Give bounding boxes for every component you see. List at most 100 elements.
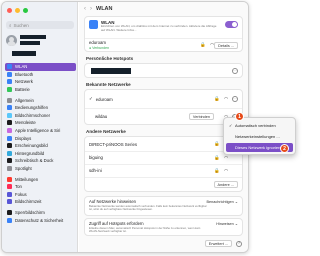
- display-icon: [7, 135, 12, 141]
- other-network-row[interactable]: biguing 🔒 ◠: [85, 151, 242, 163]
- settings-window: ⌕ Suchen WLAN Bluetooth Netzwerk Batteri…: [1, 1, 249, 253]
- sidebar-item-bildschirmzeit[interactable]: Bildschirmzeit: [5, 198, 76, 206]
- search-input[interactable]: ⌕ Suchen: [6, 21, 74, 29]
- sidebar-item-allgemein[interactable]: Allgemein: [5, 96, 76, 104]
- known-network-row[interactable]: ✓ eduroam 🔒 ◠ …: [85, 91, 242, 107]
- account-row[interactable]: [6, 33, 76, 47]
- step-2-badge: 2: [280, 144, 289, 153]
- network-prompt-card: Auf Netzwerke hinweisen Benachrichtigen …: [84, 196, 243, 216]
- hotspot-more-icon[interactable]: …: [232, 68, 238, 74]
- hotspots-section-title: Persönliche Hotspots: [86, 56, 134, 61]
- sidebar-item-wlan[interactable]: WLAN: [5, 63, 76, 71]
- globe-icon: [7, 79, 12, 85]
- hotspots-card: …: [84, 63, 243, 78]
- known-networks-card: ✓ eduroam 🔒 ◠ … wildau Verbinden ◠ …: [84, 89, 243, 125]
- lock-icon: 🔒: [200, 42, 206, 47]
- dock-icon: [7, 158, 12, 164]
- other-networks-card: DIRECT-priNOOS Series 🔒 ◠ biguing 🔒 ◠ sd…: [84, 136, 243, 192]
- redacted-sidebar-text: [12, 51, 36, 56]
- back-button[interactable]: ‹: [84, 6, 86, 12]
- sidebar-item-bedienungshilfen[interactable]: Bedienungshilfen: [5, 104, 76, 112]
- hotspot-access-description: Erlaube diesem Mac, automatisch Personal…: [89, 226, 201, 234]
- sidebar-item-ton[interactable]: Ton: [5, 183, 76, 191]
- network-more-icon[interactable]: …: [232, 96, 238, 102]
- other-networks-section-title: Andere Netzwerke: [86, 129, 126, 134]
- prompt-select[interactable]: Benachrichtigen ⌄: [207, 199, 238, 204]
- search-placeholder: Suchen: [13, 22, 29, 28]
- wallpaper-icon: [7, 150, 12, 156]
- moon-icon: [7, 191, 12, 197]
- lock-icon: 🔒: [214, 141, 220, 146]
- hourglass-icon: [7, 199, 12, 205]
- wifi-icon: [7, 64, 12, 70]
- wlan-card: WLAN Einrichten von WLAN, um drahtlos mi…: [84, 16, 243, 52]
- redacted-account-detail: [20, 41, 40, 45]
- wifi-signal-icon: ◠: [224, 167, 228, 173]
- prompt-description: Bekannte Netzwerke werden automatisch ve…: [89, 204, 207, 212]
- notifications-icon: [7, 176, 12, 182]
- sidebar-item-batterie[interactable]: Batterie: [5, 86, 76, 94]
- wifi-signal-icon: ◠: [224, 96, 228, 101]
- wlan-toggle[interactable]: [225, 21, 238, 28]
- minimize-window-button[interactable]: [15, 8, 20, 13]
- sidebar-nav: WLAN Bluetooth Netzwerk Batterie Allgeme…: [5, 63, 76, 224]
- zoom-window-button[interactable]: [23, 8, 28, 13]
- avatar: [6, 34, 17, 46]
- connection-status: ● Verbunden: [89, 46, 110, 50]
- sidebar: ⌕ Suchen WLAN Bluetooth Netzwerk Batteri…: [2, 2, 78, 252]
- sidebar-item-sperrbildschirm[interactable]: Sperrbildschirm: [5, 209, 76, 217]
- sidebar-item-mitteilungen[interactable]: Mitteilungen: [5, 175, 76, 183]
- step-1-badge: 1: [235, 112, 244, 121]
- lock-screen-icon: [7, 209, 12, 215]
- sidebar-item-hintergrundbild[interactable]: Hintergrundbild: [5, 150, 76, 158]
- lock-icon: 🔒: [214, 154, 220, 160]
- menu-item-auto-join[interactable]: ✓ Automatisch verbinden: [226, 121, 293, 130]
- forward-button[interactable]: ›: [90, 6, 92, 12]
- other-network-button[interactable]: Andere ...: [213, 181, 238, 188]
- advanced-button[interactable]: Erweitert ...: [204, 240, 232, 247]
- hand-icon: [7, 217, 12, 223]
- accessibility-icon: [7, 105, 12, 111]
- wifi-signal-icon: ◠: [224, 154, 228, 160]
- known-networks-section-title: Bekannte Netzwerke: [86, 82, 131, 87]
- sidebar-item-netzwerk[interactable]: Netzwerk: [5, 78, 76, 86]
- sidebar-item-datenschutz[interactable]: Datenschutz & Sicherheit: [5, 216, 76, 224]
- lock-icon: 🔒: [214, 167, 220, 173]
- battery-icon: [7, 87, 12, 93]
- checkmark-icon: ✓: [89, 96, 93, 101]
- spotlight-icon: [7, 166, 12, 172]
- sidebar-item-erscheinungsbild[interactable]: Erscheinungsbild: [5, 142, 76, 150]
- hotspot-access-card: Zugriff auf Hotspots erfordern Hinweisen…: [84, 218, 243, 236]
- titlebar: ‹ › WLAN: [79, 2, 248, 15]
- siri-icon: [7, 128, 12, 134]
- close-window-button[interactable]: [7, 8, 12, 13]
- hotspot-access-select[interactable]: Hinweisen ⌄: [216, 221, 238, 226]
- appearance-icon: [7, 143, 12, 149]
- other-network-row[interactable]: DIRECT-priNOOS Series 🔒 ◠: [85, 138, 242, 150]
- wlan-description: Einrichten von WLAN, um drahtlos mit dem…: [101, 24, 217, 32]
- redacted-hotspot-name: [91, 68, 131, 74]
- sidebar-item-bildschirmschoner[interactable]: Bildschirmschoner: [5, 112, 76, 120]
- bluetooth-icon: [7, 71, 12, 77]
- lock-icon: 🔒: [214, 96, 220, 101]
- sidebar-item-menueleiste[interactable]: Menüleiste: [5, 119, 76, 127]
- sidebar-item-siri[interactable]: Apple Intelligence & Siri: [5, 127, 76, 135]
- help-button[interactable]: ?: [236, 241, 242, 247]
- window-controls: [7, 8, 28, 13]
- sidebar-item-displays[interactable]: Displays: [5, 134, 76, 142]
- known-network-row[interactable]: wildau Verbinden ◠ …: [85, 108, 242, 124]
- sidebar-item-bluetooth[interactable]: Bluetooth: [5, 71, 76, 79]
- wifi-icon: [89, 20, 98, 29]
- menubar-icon: [7, 120, 12, 126]
- other-network-row[interactable]: sdh-ini 🔒 ◠: [85, 164, 242, 176]
- sidebar-item-schreibtisch-dock[interactable]: Schreibtisch & Dock: [5, 157, 76, 165]
- gear-icon: [7, 97, 12, 103]
- current-network-name: eduroam: [89, 40, 106, 45]
- sidebar-item-spotlight[interactable]: Spotlight: [5, 165, 76, 173]
- sidebar-item-fokus[interactable]: Fokus: [5, 191, 76, 199]
- menu-item-network-settings[interactable]: Netzwerkeinstellungen ...: [226, 132, 293, 141]
- redacted-account-name: [20, 35, 46, 39]
- checkmark-icon: ✓: [229, 123, 233, 128]
- details-button[interactable]: Details ...: [214, 42, 238, 49]
- connect-button[interactable]: Verbinden: [188, 113, 214, 120]
